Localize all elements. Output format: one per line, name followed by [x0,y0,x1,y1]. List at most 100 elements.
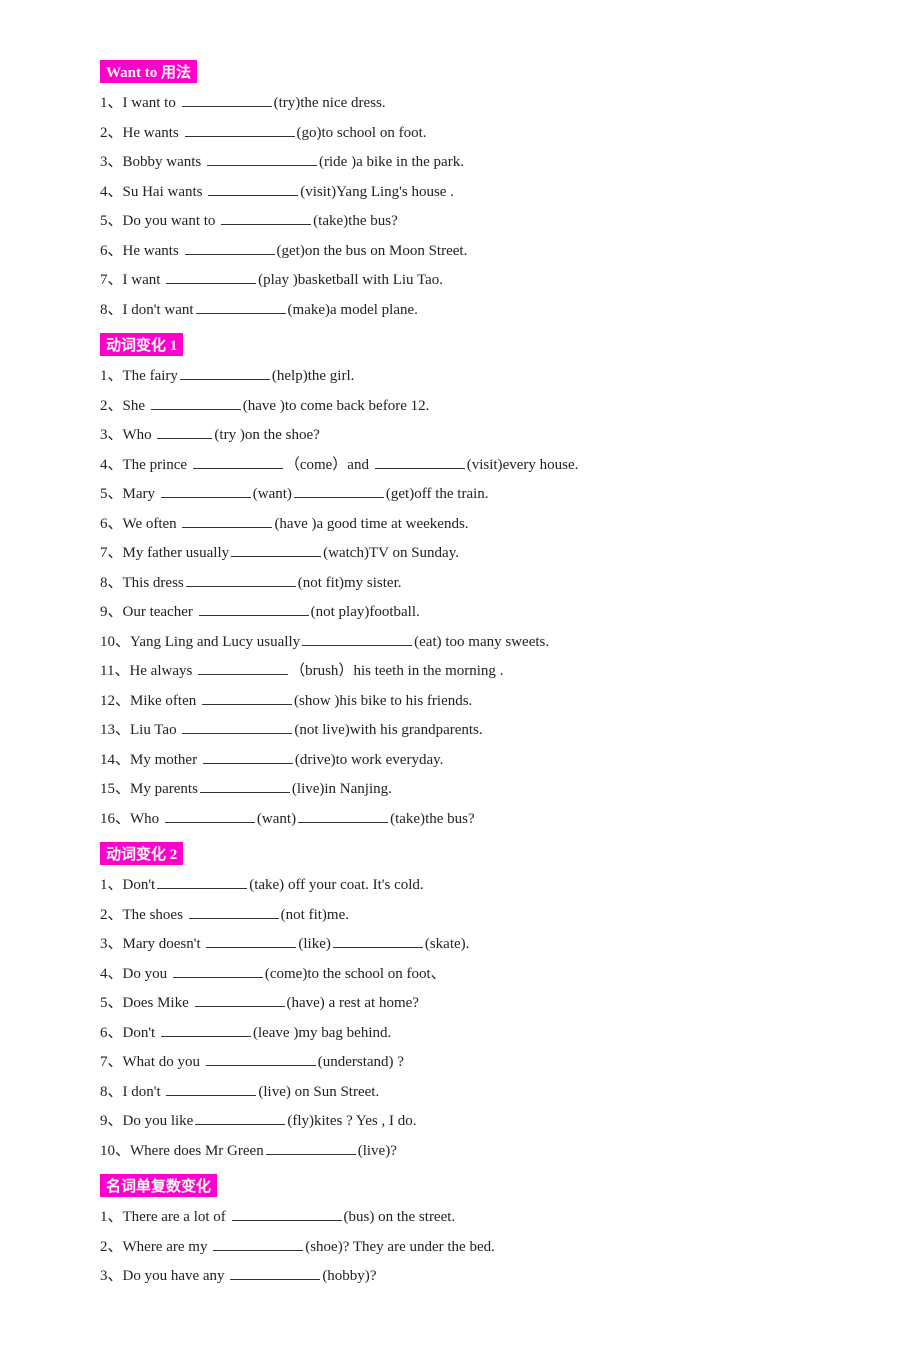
hint-text: (take) [390,811,425,827]
hint-text: (help) [272,368,308,384]
hint-text: (fly) [287,1113,314,1129]
hint-text: (live) [292,781,324,797]
hint-text: (take) [313,213,348,229]
fill-blank [161,1036,251,1037]
fill-blank [157,888,247,889]
list-item: 2、Where are my (shoe)? They are under th… [100,1235,840,1261]
hint-text: (get) [386,486,414,502]
list-item: 1、I want to (try)the nice dress. [100,91,840,117]
hint-text: (understand) [318,1054,394,1070]
exercise-list-verb-change-2: 1、Don't(take) off your coat. It's cold. 2… [100,873,840,1164]
fill-blank [166,283,256,284]
fill-blank [180,379,270,380]
hint-text: (not fit) [281,907,327,923]
list-item: 4、Do you (come)to the school on foot、 [100,962,840,988]
list-item: 1、Don't(take) off your coat. It's cold. [100,873,840,899]
hint-text: (visit) [467,457,503,473]
list-item: 2、She (have )to come back before 12. [100,394,840,420]
hint-text: (try) [274,95,301,111]
hint-text: (bus) [344,1209,375,1225]
fill-blank [375,468,465,469]
hint-text: (live) [358,1143,390,1159]
fill-blank [213,1250,303,1251]
list-item: 3、Mary doesn't (like)(skate). [100,932,840,958]
fill-blank [207,165,317,166]
list-item: 2、He wants (go)to school on foot. [100,121,840,147]
fill-blank [165,822,255,823]
list-item: 4、The prince （come）and (visit)every hous… [100,453,840,479]
hint-text: (take) [249,877,284,893]
hint-text: (leave ) [253,1025,298,1041]
hint-text: (like) [298,936,330,952]
list-item: 2、The shoes (not fit)me. [100,903,840,929]
fill-blank [294,497,384,498]
hint-text: (not live) [294,722,349,738]
exercise-list-verb-change-1: 1、The fairy(help)the girl. 2、She (have )t… [100,364,840,832]
fill-blank [186,586,296,587]
list-item: 5、Mary (want)(get)off the train. [100,482,840,508]
list-item: 5、Do you want to (take)the bus? [100,209,840,235]
hint-text: (visit) [300,184,336,200]
hint-text: (not play) [311,604,370,620]
list-item: 9、Our teacher (not play)football. [100,600,840,626]
fill-blank [161,497,251,498]
hint-text: (want) [253,486,292,502]
section-title-want-to: Want to 用法 [100,60,197,83]
fill-blank [203,763,293,764]
fill-blank [182,733,292,734]
fill-blank [185,136,295,137]
fill-blank [266,1154,356,1155]
hint-text: (live) [258,1084,290,1100]
list-item: 3、Do you have any (hobby)? [100,1264,840,1290]
list-item: 12、Mike often (show )his bike to his fri… [100,689,840,715]
list-item: 5、Does Mike (have) a rest at home? [100,991,840,1017]
list-item: 16、Who (want)(take)the bus? [100,807,840,833]
hint-text: (have ) [274,516,316,532]
fill-blank [195,1006,285,1007]
list-item: 3、Who (try )on the shoe? [100,423,840,449]
hint-text: (hobby) [322,1268,370,1284]
list-item: 14、My mother (drive)to work everyday. [100,748,840,774]
hint-text: (try ) [214,427,244,443]
list-item: 1、The fairy(help)the girl. [100,364,840,390]
list-item: 3、Bobby wants (ride )a bike in the park. [100,150,840,176]
list-item: 4、Su Hai wants (visit)Yang Ling's house … [100,180,840,206]
fill-blank [202,704,292,705]
list-item: 1、There are a lot of (bus) on the street… [100,1205,840,1231]
fill-blank [206,947,296,948]
hint-text: （brush） [290,663,353,679]
section-title-verb-change-2: 动词变化 2 [100,842,183,865]
fill-blank [298,822,388,823]
fill-blank [231,556,321,557]
hint-text: (come) [265,966,307,982]
hint-text: (make) [288,302,330,318]
fill-blank [195,1124,285,1125]
hint-text: (watch) [323,545,369,561]
hint-text: (go) [297,125,322,141]
hint-text: (show ) [294,693,339,709]
fill-blank [206,1065,316,1066]
list-item: 15、My parents(live)in Nanjing. [100,777,840,803]
exercise-list-want-to: 1、I want to (try)the nice dress. 2、He wan… [100,91,840,323]
hint-text: (skate) [425,936,466,952]
fill-blank [182,106,272,107]
list-item: 7、I want (play )basketball with Liu Tao. [100,268,840,294]
section-title-noun-plural: 名词单复数变化 [100,1174,217,1197]
fill-blank [173,977,263,978]
fill-blank [208,195,298,196]
fill-blank [198,674,288,675]
fill-blank [166,1095,256,1096]
fill-blank [157,438,212,439]
list-item: 7、What do you (understand) ? [100,1050,840,1076]
fill-blank [193,468,283,469]
list-item: 9、Do you like(fly)kites ? Yes , I do. [100,1109,840,1135]
fill-blank [221,224,311,225]
hint-text: (want) [257,811,296,827]
list-item: 13、Liu Tao (not live)with his grandparen… [100,718,840,744]
hint-text: (shoe) [305,1239,343,1255]
fill-blank [199,615,309,616]
list-item: 10、Yang Ling and Lucy usually(eat) too m… [100,630,840,656]
fill-blank [185,254,275,255]
list-item: 6、He wants (get)on the bus on Moon Stree… [100,239,840,265]
fill-blank [333,947,423,948]
